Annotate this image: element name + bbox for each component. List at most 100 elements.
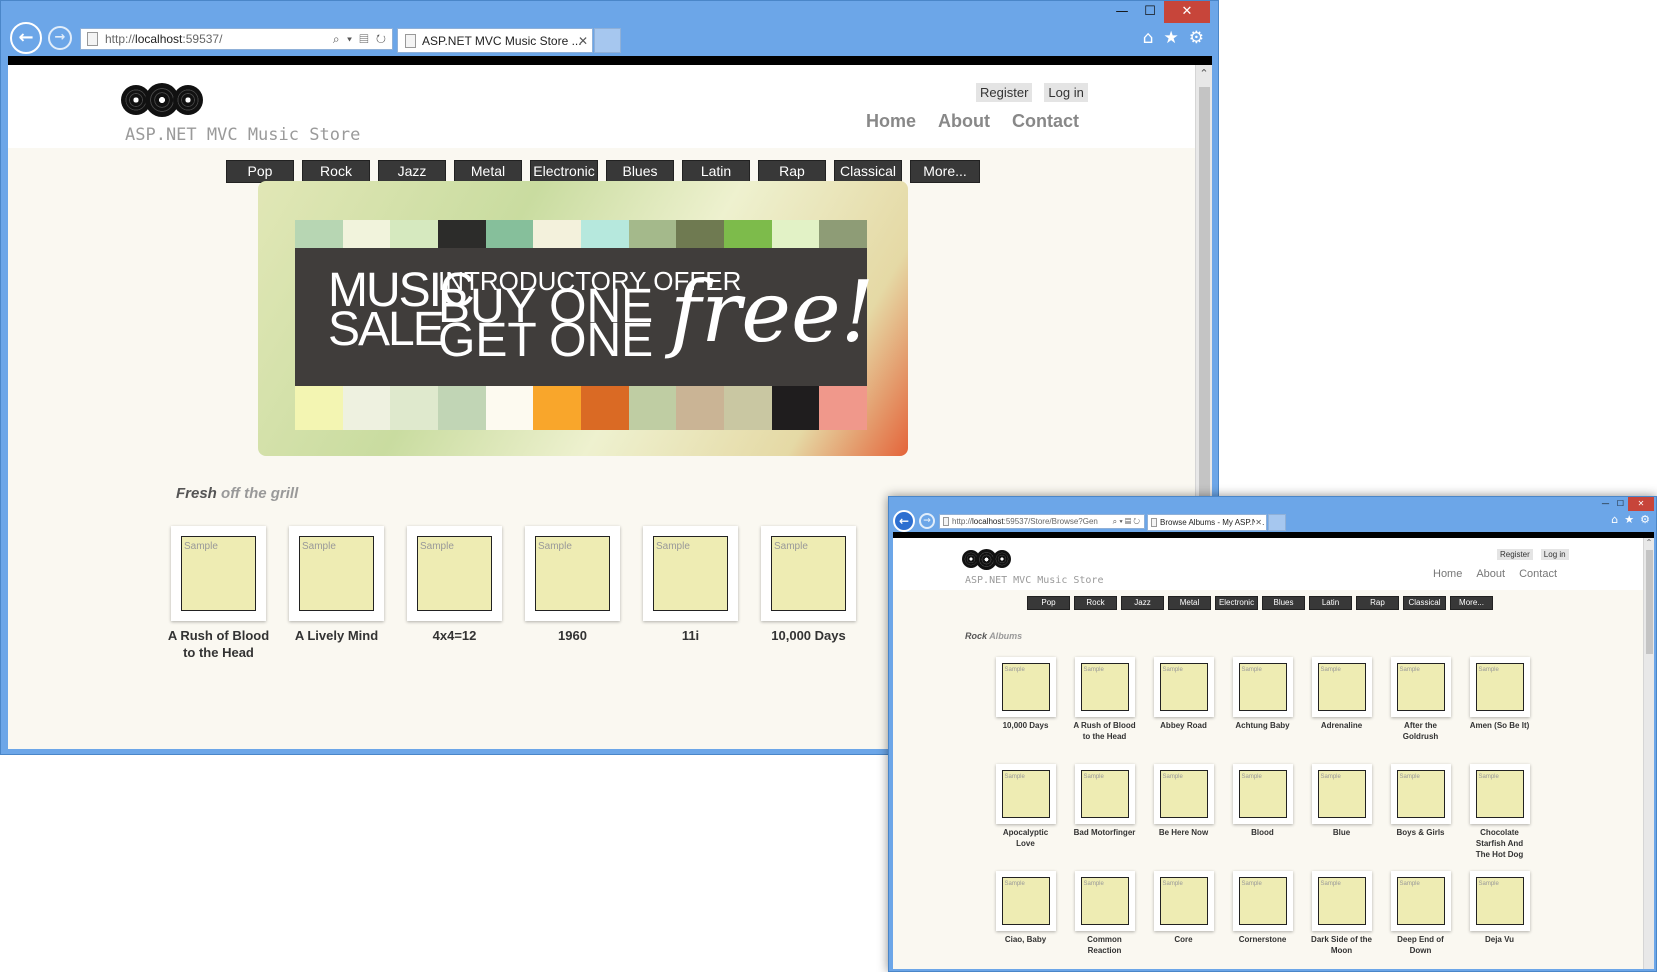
refresh-icon[interactable]: ↻ [376,32,388,46]
album-title[interactable]: Adrenaline [1310,720,1373,731]
album-cover-frame[interactable]: Sample [1153,871,1214,931]
genre-rap[interactable]: Rap [758,160,826,183]
album-item[interactable]: Sample Boys & Girls [1389,764,1452,838]
album-title[interactable]: Bad Motorfinger [1073,827,1136,838]
album-title[interactable]: 4x4=12 [402,627,507,644]
album-title[interactable]: Achtung Baby [1231,720,1294,731]
menu-contact[interactable]: Contact [1519,568,1557,580]
menu-home[interactable]: Home [866,111,916,132]
album-item[interactable]: Sample Core [1152,871,1215,945]
album-title[interactable]: 1960 [520,627,625,644]
album-item[interactable]: Sample Be Here Now [1152,764,1215,838]
new-tab-button-2[interactable] [1268,514,1286,531]
genre-rap[interactable]: Rap [1356,596,1399,610]
vertical-scrollbar-2[interactable]: ⌃ [1643,538,1654,969]
genre-blues[interactable]: Blues [1262,596,1305,610]
album-item[interactable]: Sample After the Goldrush [1389,657,1452,742]
home-icon[interactable]: ⌂ [1143,28,1154,48]
album-item[interactable]: Sample 10,000 Days [994,657,1057,731]
album-title[interactable]: 11i [638,627,743,644]
album-cover-frame[interactable]: Sample [761,526,856,621]
album-cover-frame[interactable]: Sample [171,526,266,621]
promo-banner[interactable]: MUSIC SALE INTRODUCTORY OFFER BUY ONE GE… [258,181,908,456]
album-item[interactable]: Sample 11i [638,526,743,644]
album-title[interactable]: Ciao, Baby [994,934,1057,945]
genre-electronic[interactable]: Electronic [1215,596,1258,610]
album-cover-frame[interactable]: Sample [525,526,620,621]
album-title[interactable]: Blood [1231,827,1294,838]
album-title[interactable]: Apocalyptic Love [994,827,1057,849]
album-item[interactable]: Sample 4x4=12 [402,526,507,644]
site-title[interactable]: ASP.NET MVC Music Store [125,125,360,145]
genre-jazz[interactable]: Jazz [378,160,446,183]
back-button[interactable]: ← [10,22,42,54]
album-title[interactable]: 10,000 Days [994,720,1057,731]
forward-button[interactable]: → [48,26,72,50]
favorites-star-icon[interactable]: ★ [1624,513,1634,526]
menu-home[interactable]: Home [1433,568,1462,580]
genre-more[interactable]: More... [1450,596,1493,610]
menu-about[interactable]: About [938,111,990,132]
album-title[interactable]: Abbey Road [1152,720,1215,731]
album-item[interactable]: Sample Dark Side of the Moon [1310,871,1373,956]
album-item[interactable]: Sample Amen (So Be It) [1468,657,1531,731]
album-title[interactable]: Common Reaction [1073,934,1136,956]
register-link[interactable]: Register [976,83,1033,102]
album-title[interactable]: 10,000 Days [756,627,861,644]
site-logo[interactable] [121,83,203,117]
album-title[interactable]: A Rush of Blood to the Head [1073,720,1136,742]
album-cover-frame[interactable]: Sample [1469,764,1530,824]
album-title[interactable]: After the Goldrush [1389,720,1452,742]
album-title[interactable]: Chocolate Starfish And The Hot Dog Flavo… [1468,827,1531,860]
dropdown-icon[interactable]: ▾ [347,32,354,46]
album-cover-frame[interactable]: Sample [407,526,502,621]
tab-close-icon[interactable]: ✕ [1255,518,1262,527]
album-item[interactable]: Sample Ciao, Baby [994,871,1057,945]
album-cover-frame[interactable]: Sample [995,764,1056,824]
genre-pop[interactable]: Pop [1027,596,1070,610]
tab-close-icon[interactable]: ✕ [578,34,588,48]
menu-about[interactable]: About [1476,568,1505,580]
album-title[interactable]: Dark Side of the Moon [1310,934,1373,956]
album-item[interactable]: Sample Blue [1310,764,1373,838]
album-item[interactable]: Sample A Rush of Blood to the Head [166,526,271,661]
album-cover-frame[interactable]: Sample [1469,657,1530,717]
album-title[interactable]: A Rush of Blood to the Head [166,627,271,661]
genre-metal[interactable]: Metal [454,160,522,183]
new-tab-button[interactable] [594,28,621,53]
genre-electronic[interactable]: Electronic [530,160,598,183]
login-link[interactable]: Log in [1044,83,1088,102]
site-logo[interactable] [962,549,1011,570]
album-item[interactable]: Sample Chocolate Starfish And The Hot Dog… [1468,764,1531,860]
album-title[interactable]: Core [1152,934,1215,945]
maximize-button-2[interactable]: ☐ [1613,497,1628,511]
album-item[interactable]: Sample Deep End of Down [1389,871,1452,956]
album-item[interactable]: Sample Adrenaline [1310,657,1373,731]
login-link[interactable]: Log in [1540,549,1569,560]
album-cover-frame[interactable]: Sample [1390,764,1451,824]
settings-gear-icon[interactable]: ⚙ [1640,513,1650,526]
album-cover-frame[interactable]: Sample [1232,871,1293,931]
album-cover-frame[interactable]: Sample [995,871,1056,931]
genre-jazz[interactable]: Jazz [1121,596,1164,610]
register-link[interactable]: Register [1497,549,1533,560]
menu-contact[interactable]: Contact [1012,111,1079,132]
album-item[interactable]: Sample 1960 [520,526,625,644]
album-item[interactable]: Sample Blood [1231,764,1294,838]
album-title[interactable]: Cornerstone [1231,934,1294,945]
album-cover-frame[interactable]: Sample [1311,657,1372,717]
album-title[interactable]: Blue [1310,827,1373,838]
close-button[interactable]: ✕ [1164,1,1210,23]
album-cover-frame[interactable]: Sample [1390,871,1451,931]
album-cover-frame[interactable]: Sample [1074,871,1135,931]
album-cover-frame[interactable]: Sample [643,526,738,621]
genre-more[interactable]: More... [910,160,980,183]
scroll-thumb[interactable] [1646,550,1653,654]
album-cover-frame[interactable]: Sample [1311,764,1372,824]
album-title[interactable]: Deja Vu [1468,934,1531,945]
album-cover-frame[interactable]: Sample [1153,764,1214,824]
address-bar[interactable]: http://localhost:59537/ ⌕ ▾ ▤ ↻ [80,28,393,50]
album-item[interactable]: Sample Cornerstone [1231,871,1294,945]
album-item[interactable]: Sample Common Reaction [1073,871,1136,956]
album-cover-frame[interactable]: Sample [1232,657,1293,717]
